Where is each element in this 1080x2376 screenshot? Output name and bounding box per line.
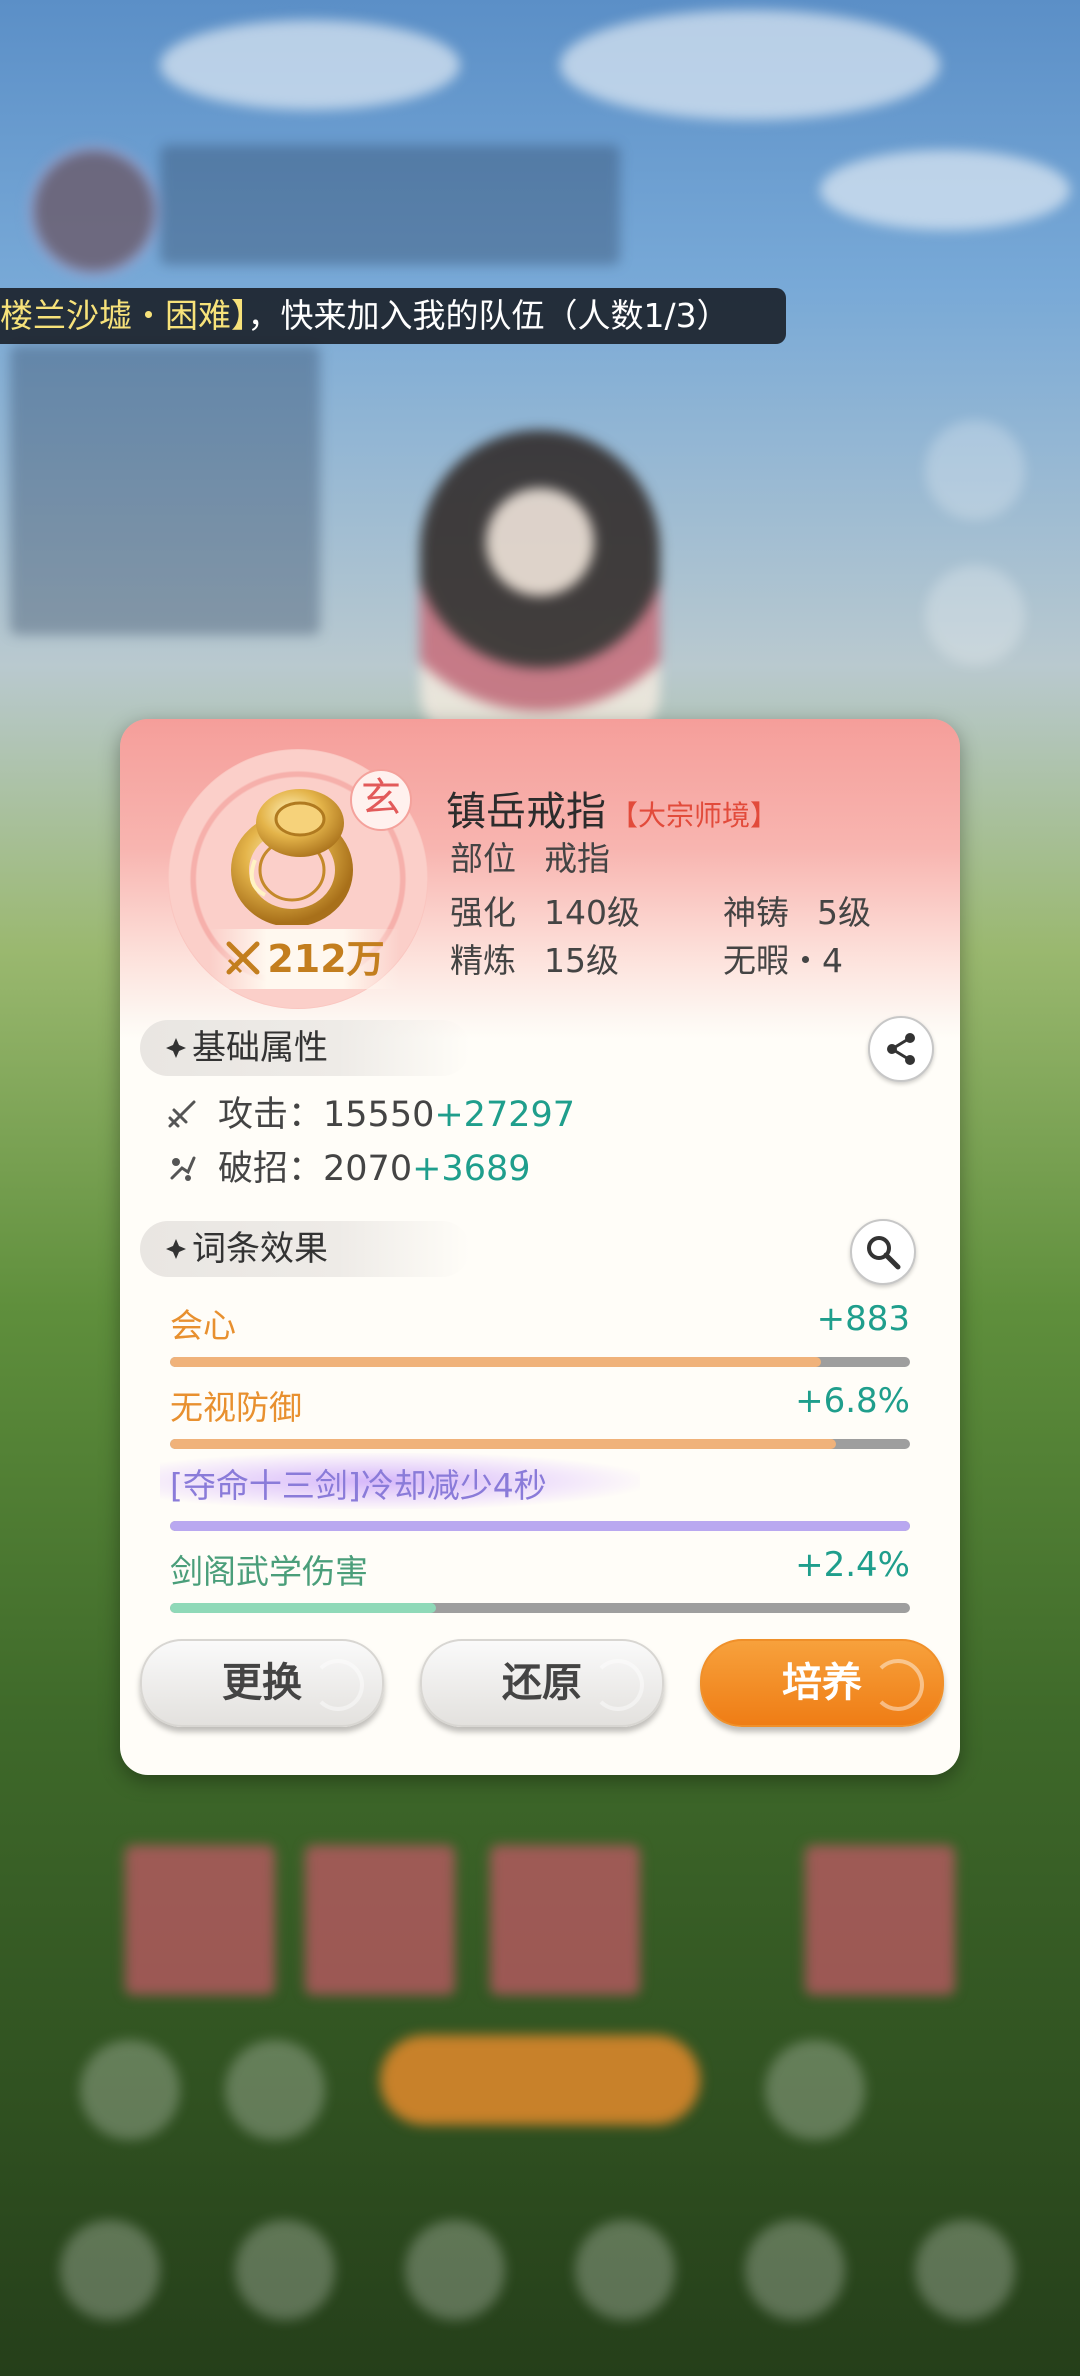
entry-bar-fill bbox=[170, 1357, 822, 1367]
flawless-info: 无暇・4 bbox=[723, 934, 843, 982]
base-attributes-header: 基础属性 bbox=[140, 1020, 470, 1076]
break-icon bbox=[170, 1156, 196, 1181]
replace-label: 更换 bbox=[222, 1660, 302, 1706]
attack-row: 攻击：15550+27297 bbox=[166, 1092, 575, 1138]
entry-value: +6.8% bbox=[795, 1381, 910, 1421]
entry-bar bbox=[170, 1357, 910, 1367]
enhance-info: 强化 140级 bbox=[450, 886, 640, 934]
refine-info: 精炼 15级 bbox=[450, 934, 619, 982]
ticker-dungeon: 楼兰沙墟・困难】 bbox=[0, 296, 248, 335]
share-button[interactable] bbox=[868, 1016, 934, 1082]
diamond-icon bbox=[166, 1239, 186, 1259]
entry-bar-fill bbox=[170, 1603, 437, 1613]
enhance-value: 140级 bbox=[544, 893, 640, 932]
attack-base: 15550 bbox=[323, 1095, 435, 1135]
player-avatar bbox=[28, 145, 160, 277]
entry-name: 剑阁武学伤害 bbox=[170, 1552, 368, 1591]
cultivate-button[interactable]: 培养 bbox=[700, 1639, 944, 1727]
slot-value: 戒指 bbox=[544, 839, 610, 878]
power-icon bbox=[226, 941, 260, 975]
entry-name: 无视防御 bbox=[170, 1388, 302, 1427]
break-bonus: +3689 bbox=[412, 1149, 531, 1189]
refine-value: 15级 bbox=[544, 941, 619, 980]
flawless-label: 无暇・4 bbox=[723, 941, 843, 980]
break-label: 破招： bbox=[218, 1149, 324, 1189]
entry-row: [夺命十三剑]冷却减少4秒 bbox=[170, 1459, 910, 1509]
entry-bar bbox=[170, 1603, 910, 1613]
entry-effects-header: 词条效果 bbox=[140, 1221, 470, 1277]
slot-label: 部位 bbox=[450, 839, 516, 878]
swirl-icon bbox=[312, 1659, 364, 1711]
attack-bonus: +27297 bbox=[434, 1095, 576, 1135]
enhance-label: 强化 bbox=[450, 893, 516, 932]
cultivate-label: 培养 bbox=[782, 1660, 862, 1706]
share-icon bbox=[887, 1033, 915, 1065]
ticker-message: ，快来加入我的队伍（人数1/3） bbox=[247, 296, 730, 335]
entry-name: [夺命十三剑]冷却减少4秒 bbox=[170, 1466, 547, 1505]
character-figure bbox=[420, 430, 660, 750]
attack-label: 攻击： bbox=[218, 1095, 324, 1135]
entry-bar-fill bbox=[170, 1521, 910, 1531]
forge-value: 5级 bbox=[817, 893, 871, 932]
attack-icon bbox=[168, 1100, 196, 1128]
entry-row: 无视防御 +6.8% bbox=[170, 1381, 910, 1431]
swirl-icon bbox=[592, 1659, 644, 1711]
ring-icon bbox=[231, 789, 353, 925]
grade-badge: 玄 bbox=[350, 769, 412, 831]
break-row: 破招：2070+3689 bbox=[166, 1146, 531, 1192]
equipment-detail-panel: 玄 212万 镇岳戒指 【大宗师境】 部位 戒指 强化 140级 神铸 5级 精炼 15级… bbox=[120, 719, 960, 1775]
base-attributes-title: 基础属性 bbox=[192, 1028, 328, 1068]
item-title: 镇岳戒指 【大宗师境】 bbox=[446, 779, 778, 839]
power-value: 212万 bbox=[267, 937, 385, 981]
entry-row: 会心 +883 bbox=[170, 1299, 910, 1349]
forge-label: 神铸 bbox=[723, 893, 789, 932]
entry-bar bbox=[170, 1439, 910, 1449]
replace-button[interactable]: 更换 bbox=[140, 1639, 384, 1727]
entry-bar-fill bbox=[170, 1439, 836, 1449]
refine-label: 精炼 bbox=[450, 941, 516, 980]
item-realm: 【大宗师境】 bbox=[610, 799, 779, 832]
forge-info: 神铸 5级 bbox=[723, 886, 871, 934]
entry-value: +883 bbox=[816, 1299, 910, 1339]
break-base: 2070 bbox=[323, 1149, 413, 1189]
slot-info: 部位 戒指 bbox=[450, 832, 610, 880]
item-name: 镇岳戒指 bbox=[446, 789, 606, 835]
combat-power: 212万 bbox=[210, 929, 400, 989]
restore-button[interactable]: 还原 bbox=[420, 1639, 664, 1727]
swirl-icon bbox=[872, 1659, 924, 1711]
restore-label: 还原 bbox=[502, 1660, 582, 1706]
entry-bar bbox=[170, 1521, 910, 1531]
search-icon bbox=[867, 1236, 901, 1270]
entry-row: 剑阁武学伤害 +2.4% bbox=[170, 1545, 910, 1595]
entry-name: 会心 bbox=[170, 1306, 236, 1345]
diamond-icon bbox=[166, 1038, 186, 1058]
team-invite-ticker[interactable]: 楼兰沙墟・困难】，快来加入我的队伍（人数1/3） bbox=[0, 288, 786, 344]
entry-value: +2.4% bbox=[795, 1545, 910, 1585]
entry-effects-title: 词条效果 bbox=[192, 1229, 328, 1269]
search-button[interactable] bbox=[850, 1219, 916, 1285]
